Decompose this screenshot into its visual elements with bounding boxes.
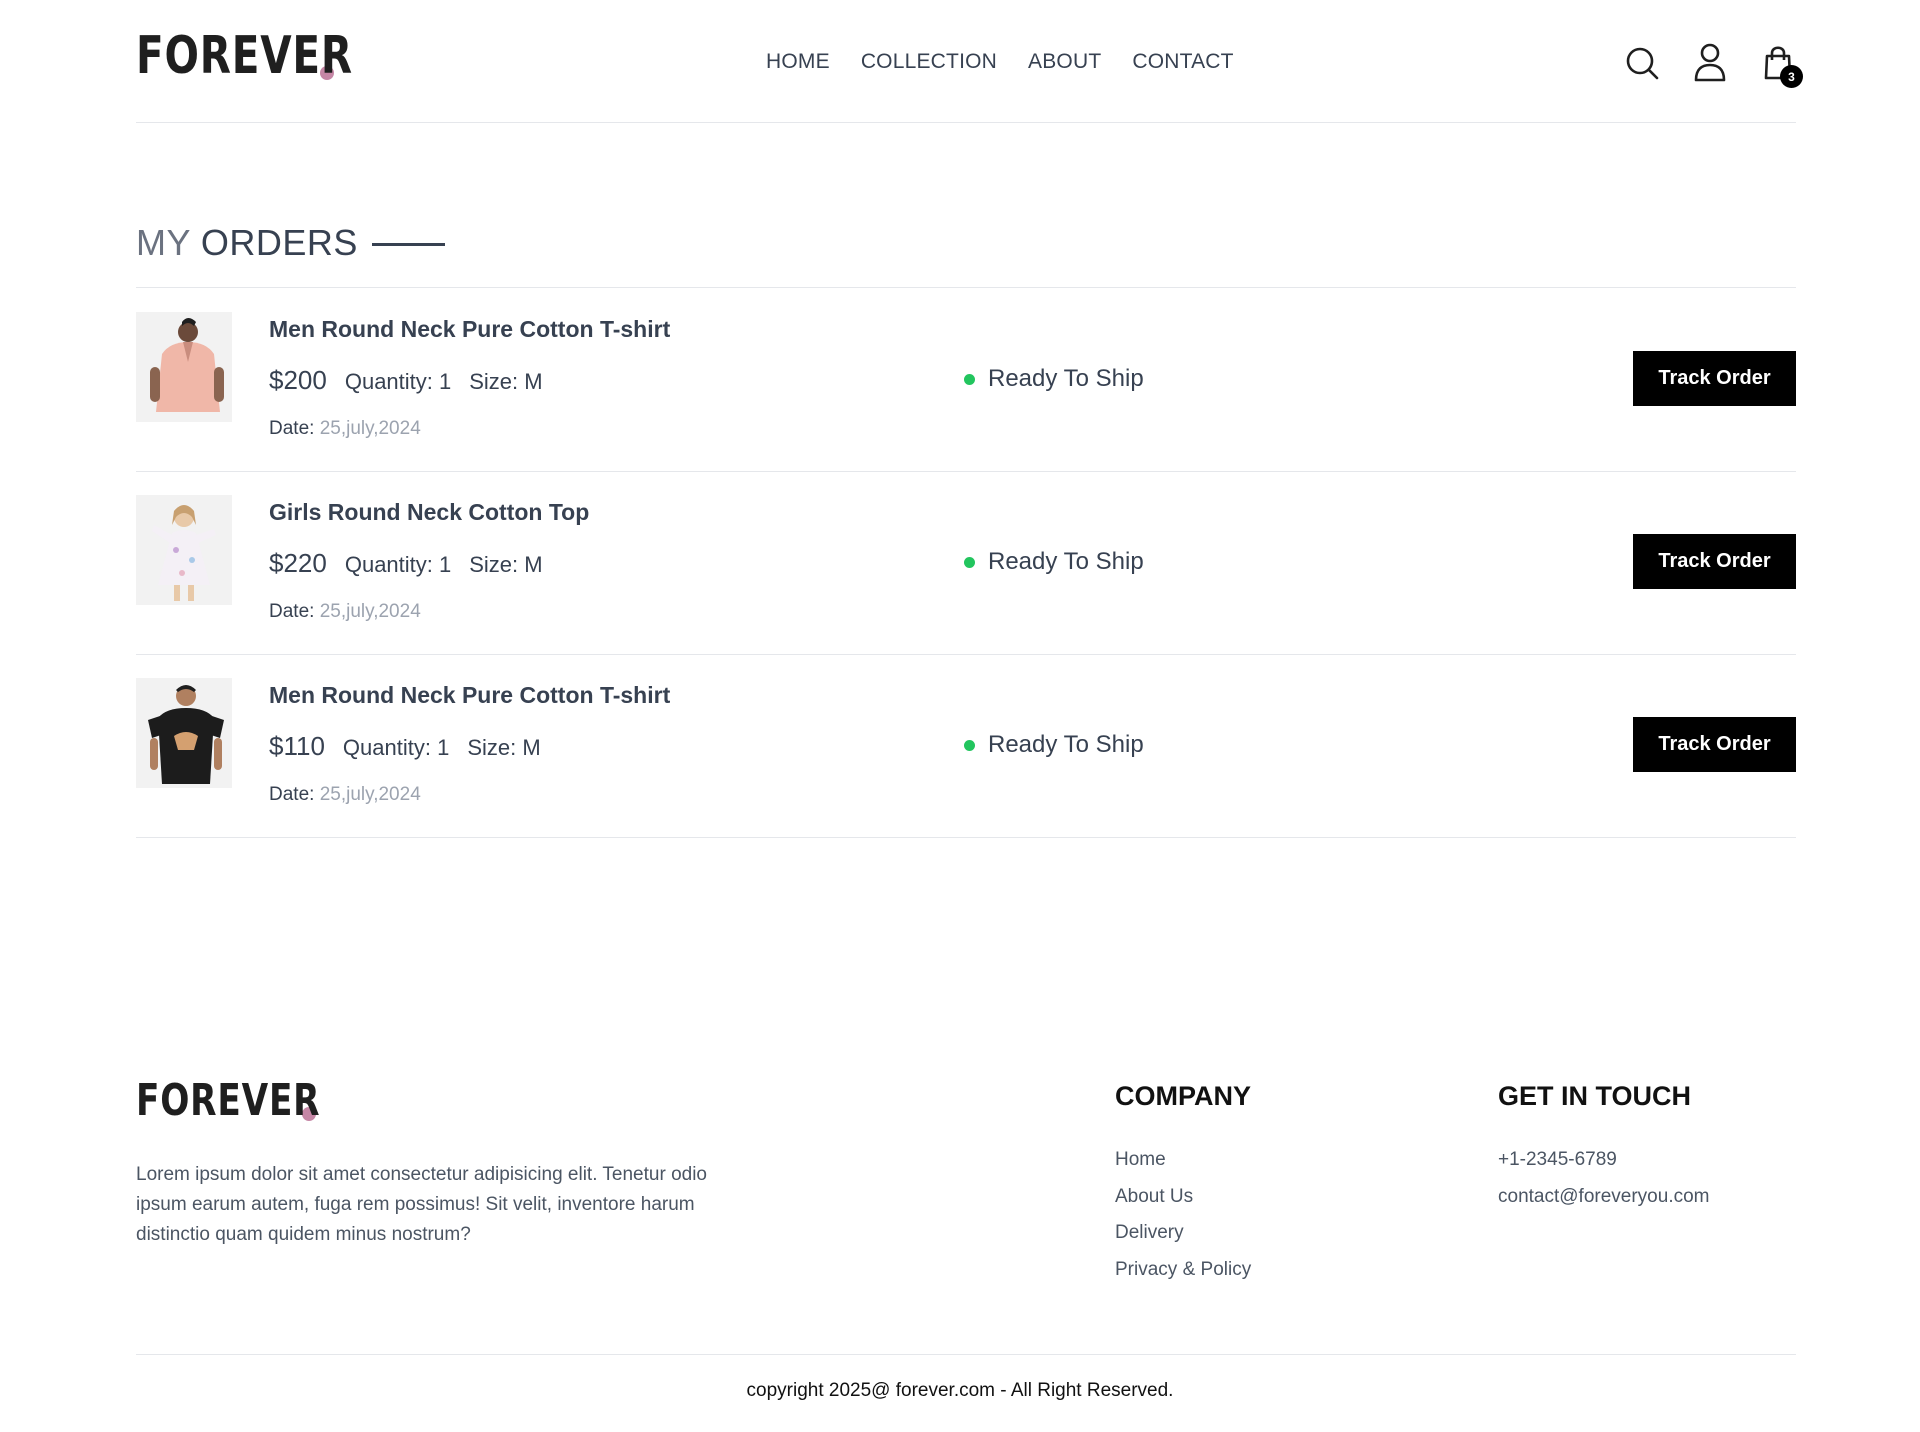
footer-logo-text: FOREVER [136, 1075, 321, 1126]
status-dot [964, 556, 975, 568]
order-date-label: Date: [269, 784, 315, 805]
nav-home[interactable]: HOME [766, 50, 830, 74]
footer-phone: +1-2345-6789 [1498, 1149, 1617, 1170]
footer-email[interactable]: contact@foreveryou.com [1498, 1179, 1710, 1216]
order-meta: $200 Quantity: 1 Size: M [269, 365, 543, 396]
footer-company-heading: COMPANY [1115, 1081, 1252, 1111]
footer-link-home[interactable]: Home [1115, 1142, 1251, 1179]
order-date: Date: 25,july,2024 [269, 601, 421, 623]
copyright-text: copyright 2025@ forever.com - All Right … [746, 1380, 1174, 1401]
product-image [136, 312, 232, 422]
footer-link-about[interactable]: About Us [1115, 1179, 1251, 1216]
order-quantity: Quantity: 1 [344, 369, 452, 394]
order-date-value: 25,july,2024 [319, 784, 421, 805]
order-price: $220 [269, 548, 327, 578]
order-price: $200 [269, 365, 327, 395]
order-size: Size: M [469, 369, 543, 394]
status-text: Ready To Ship [988, 548, 1144, 575]
site-header: FOREVER HOME COLLECTION ABOUT CONTACT 3 [136, 0, 1803, 123]
order-date-value: 25,july,2024 [319, 418, 421, 439]
order-row: Men Round Neck Pure Cotton T-shirt $110 … [136, 655, 1796, 838]
order-row: Men Round Neck Pure Cotton T-shirt $200 … [136, 289, 1796, 472]
site-footer: FOREVER Lorem ipsum dolor sit amet conse… [136, 1075, 1796, 1355]
title-underline [371, 243, 445, 246]
page-title-light: MY [136, 222, 191, 263]
nav-contact[interactable]: CONTACT [1132, 50, 1233, 74]
footer-touch-heading: GET IN TOUCH [1498, 1081, 1692, 1111]
order-price: $110 [269, 731, 325, 761]
order-product-name: Men Round Neck Pure Cotton T-shirt [269, 316, 671, 342]
brand-logo[interactable]: FOREVER [136, 26, 353, 86]
cart-icon[interactable]: 3 [1760, 42, 1803, 88]
footer-logo[interactable]: FOREVER [136, 1075, 321, 1126]
footer-get-in-touch: GET IN TOUCH +1-2345-6789 contact@foreve… [1498, 1081, 1710, 1215]
order-product-name: Girls Round Neck Cotton Top [269, 499, 590, 525]
product-image [136, 678, 232, 788]
order-row: Girls Round Neck Cotton Top $220 Quantit… [136, 472, 1796, 655]
status-dot [964, 373, 975, 385]
order-size: Size: M [469, 552, 543, 577]
status-text: Ready To Ship [988, 365, 1144, 392]
order-status: Ready To Ship [964, 731, 1144, 759]
footer-link-delivery[interactable]: Delivery [1115, 1215, 1251, 1252]
order-quantity: Quantity: 1 [342, 735, 450, 760]
logo-text: FOREVER [136, 26, 353, 86]
order-date-label: Date: [269, 418, 315, 439]
order-product-name: Men Round Neck Pure Cotton T-shirt [269, 682, 671, 708]
track-order-button[interactable]: Track Order [1633, 534, 1796, 589]
header-icons: 3 [1624, 42, 1803, 88]
order-date: Date: 25,july,2024 [269, 418, 421, 440]
nav-about[interactable]: ABOUT [1028, 50, 1101, 74]
product-image [136, 495, 232, 605]
order-status: Ready To Ship [964, 365, 1144, 393]
page-title-dark: ORDERS [200, 222, 358, 263]
page-title-row: MY ORDERS [136, 222, 1796, 288]
order-date: Date: 25,july,2024 [269, 784, 421, 806]
status-text: Ready To Ship [988, 731, 1144, 758]
track-order-button[interactable]: Track Order [1633, 717, 1796, 772]
order-size: Size: M [467, 735, 541, 760]
nav-collection[interactable]: COLLECTION [861, 50, 997, 74]
search-icon[interactable] [1624, 42, 1660, 82]
track-order-button[interactable]: Track Order [1633, 351, 1796, 406]
order-date-value: 25,july,2024 [319, 601, 421, 622]
order-meta: $220 Quantity: 1 Size: M [269, 548, 543, 579]
order-status: Ready To Ship [964, 548, 1144, 576]
user-icon[interactable] [1692, 42, 1728, 82]
order-meta: $110 Quantity: 1 Size: M [269, 731, 541, 762]
status-dot [964, 739, 975, 751]
page-title: MY ORDERS [136, 222, 358, 264]
order-quantity: Quantity: 1 [344, 552, 452, 577]
footer-company: COMPANY Home About Us Delivery Privacy &… [1115, 1081, 1251, 1288]
orders-list: Men Round Neck Pure Cotton T-shirt $200 … [136, 289, 1796, 838]
footer-description: Lorem ipsum dolor sit amet consectetur a… [136, 1164, 707, 1245]
main-nav: HOME COLLECTION ABOUT CONTACT [766, 50, 1234, 74]
order-date-label: Date: [269, 601, 315, 622]
cart-count-badge: 3 [1780, 65, 1803, 88]
footer-link-privacy[interactable]: Privacy & Policy [1115, 1252, 1251, 1289]
